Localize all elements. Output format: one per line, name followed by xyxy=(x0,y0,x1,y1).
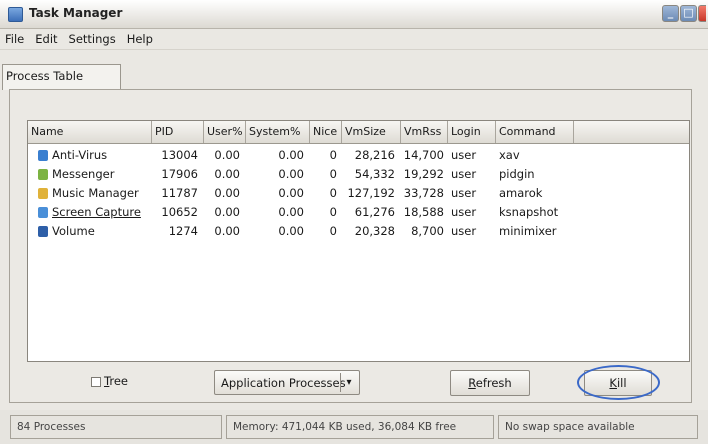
process-filter-value: Application Processes xyxy=(221,376,346,390)
task-manager-window: Task Manager _ □ File Edit Settings Help… xyxy=(0,0,708,444)
column-header-system[interactable]: System% xyxy=(246,121,310,143)
cell-user: 0.00 xyxy=(214,148,240,162)
column-header-vmrss[interactable]: VmRss xyxy=(401,121,448,143)
column-header-login[interactable]: Login xyxy=(448,121,496,143)
menu-help[interactable]: Help xyxy=(127,32,153,46)
cell-vmrss: 18,588 xyxy=(403,205,444,219)
cell-command: xav xyxy=(499,148,520,162)
cell-nice: 0 xyxy=(329,205,337,219)
status-memory: Memory: 471,044 KB used, 36,084 KB free xyxy=(226,415,494,439)
cell-command: ksnapshot xyxy=(499,205,559,219)
cell-vmrss: 19,292 xyxy=(403,167,444,181)
column-header-filler xyxy=(574,121,689,143)
cell-login: user xyxy=(451,148,477,162)
status-process-count: 84 Processes xyxy=(10,415,222,439)
cell-pid: 10652 xyxy=(161,205,198,219)
column-header-name[interactable]: Name xyxy=(28,121,152,143)
table-row[interactable]: Anti-Virus 13004 0.00 0.00 0 28,216 14,700 user… xyxy=(28,146,689,165)
column-header-command[interactable]: Command xyxy=(496,121,574,143)
cell-vmrss: 14,700 xyxy=(403,148,444,162)
status-swap: No swap space available xyxy=(498,415,698,439)
table-row[interactable]: Screen Capture 10652 0.00 0.00 0 61,276 18,588… xyxy=(28,203,689,222)
cell-command: minimixer xyxy=(499,224,557,238)
cell-name: Volume xyxy=(52,224,95,238)
cell-command: amarok xyxy=(499,186,543,200)
cell-vmrss: 33,728 xyxy=(403,186,444,200)
window-title: Task Manager xyxy=(29,6,123,20)
status-bar: 84 Processes Memory: 471,044 KB used, 36… xyxy=(0,410,708,444)
cell-user: 0.00 xyxy=(214,224,240,238)
column-header-user[interactable]: User% xyxy=(204,121,246,143)
cell-nice: 0 xyxy=(329,167,337,181)
cell-pid: 1274 xyxy=(168,224,198,238)
tab-process-table[interactable]: Process Table xyxy=(2,64,121,90)
cell-pid: 17906 xyxy=(161,167,198,181)
table-row[interactable]: Volume 1274 0.00 0.00 0 20,328 8,700 user minimi… xyxy=(28,222,689,241)
task-manager-app-icon xyxy=(8,7,23,22)
cell-command: pidgin xyxy=(499,167,535,181)
cell-vmsize: 54,332 xyxy=(354,167,395,181)
cell-login: user xyxy=(451,167,477,181)
cell-user: 0.00 xyxy=(214,205,240,219)
cell-vmsize: 61,276 xyxy=(354,205,395,219)
cell-user: 0.00 xyxy=(214,167,240,181)
cell-name: Anti-Virus xyxy=(52,148,108,162)
cell-nice: 0 xyxy=(329,148,337,162)
column-header-pid[interactable]: PID xyxy=(152,121,204,143)
tree-label[interactable]: Tree xyxy=(104,374,128,388)
refresh-button[interactable]: Refresh xyxy=(450,370,530,396)
cell-nice: 0 xyxy=(329,186,337,200)
cell-login: user xyxy=(451,186,477,200)
cell-system: 0.00 xyxy=(278,224,304,238)
maximize-icon[interactable]: □ xyxy=(680,5,697,22)
tree-checkbox[interactable] xyxy=(91,377,101,387)
cell-name: Music Manager xyxy=(52,186,139,200)
cell-vmrss: 8,700 xyxy=(411,224,444,238)
column-header-nice[interactable]: Nice xyxy=(310,121,342,143)
cell-vmsize: 127,192 xyxy=(347,186,395,200)
menu-bar: File Edit Settings Help xyxy=(0,28,708,49)
table-header: Name PID User% System% Nice VmSize VmRss… xyxy=(28,121,689,144)
minimize-icon[interactable]: _ xyxy=(662,5,679,22)
chat-icon xyxy=(38,169,48,180)
cell-system: 0.00 xyxy=(278,148,304,162)
cell-vmsize: 28,216 xyxy=(354,148,395,162)
kill-button-highlight xyxy=(577,365,660,400)
cell-system: 0.00 xyxy=(278,205,304,219)
menu-divider xyxy=(0,49,708,50)
cell-pid: 13004 xyxy=(161,148,198,162)
cell-user: 0.00 xyxy=(214,186,240,200)
chevron-down-icon[interactable]: ▾ xyxy=(340,373,357,392)
close-icon[interactable] xyxy=(698,5,706,22)
process-table[interactable]: Name PID User% System% Nice VmSize VmRss… xyxy=(27,120,690,362)
camera-icon xyxy=(38,207,48,218)
window-controls: _ □ xyxy=(662,5,706,23)
column-header-vmsize[interactable]: VmSize xyxy=(342,121,401,143)
menu-file[interactable]: File xyxy=(5,32,24,46)
title-bar[interactable]: Task Manager _ □ xyxy=(0,0,708,29)
menu-settings[interactable]: Settings xyxy=(69,32,116,46)
speaker-icon xyxy=(38,226,48,237)
shield-icon xyxy=(38,150,48,161)
cell-login: user xyxy=(451,224,477,238)
cell-name: Messenger xyxy=(52,167,115,181)
cell-name: Screen Capture xyxy=(52,205,141,219)
table-row[interactable]: Messenger 17906 0.00 0.00 0 54,332 19,292 user p… xyxy=(28,165,689,184)
cell-vmsize: 20,328 xyxy=(354,224,395,238)
cell-nice: 0 xyxy=(329,224,337,238)
menu-edit[interactable]: Edit xyxy=(35,32,57,46)
cell-login: user xyxy=(451,205,477,219)
cell-system: 0.00 xyxy=(278,186,304,200)
cell-system: 0.00 xyxy=(278,167,304,181)
music-icon xyxy=(38,188,48,199)
table-row[interactable]: Music Manager 11787 0.00 0.00 0 127,192 33,728… xyxy=(28,184,689,203)
cell-pid: 11787 xyxy=(161,186,198,200)
process-filter-select[interactable]: Application Processes ▾ xyxy=(214,370,360,395)
